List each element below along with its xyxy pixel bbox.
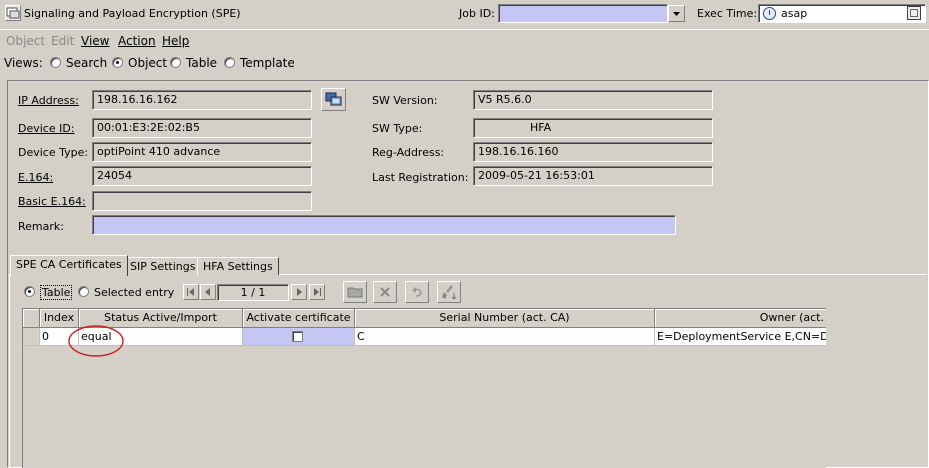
menu-bar: Object Edit View Action Help [0,29,929,51]
reg-address-label: Reg-Address: [372,146,445,159]
undo-button[interactable] [405,281,429,303]
view-option-object[interactable]: Object [112,56,167,70]
exec-time-label: Exec Time: [697,7,758,20]
cell-activate[interactable] [243,328,355,346]
e164-field[interactable]: 24054 [92,166,312,186]
tab-spe-ca-certificates[interactable]: SPE CA Certificates [10,255,128,276]
annotation-circle [68,325,124,357]
import-button[interactable] [343,281,367,303]
job-id-dropdown[interactable] [498,4,668,23]
last-registration-label: Last Registration: [372,171,469,184]
activate-checkbox[interactable] [292,331,303,342]
first-page-button[interactable] [183,284,199,300]
page-indicator: 1 / 1 [217,284,289,301]
row-header[interactable] [23,328,40,346]
radio-icon [224,57,235,68]
job-id-dropdown-arrow[interactable] [668,5,685,22]
basic-e164-label: Basic E.164: [18,195,86,208]
chevron-down-icon [673,12,680,16]
basic-e164-field[interactable] [92,191,312,211]
cell-serial[interactable]: C [355,328,655,346]
clean-button[interactable] [437,281,461,303]
sw-version-label: SW Version: [372,94,438,107]
exec-time-value: asap [781,7,808,20]
menu-edit[interactable]: Edit [51,34,74,48]
sw-version-field[interactable]: V5 R5.6.0 [473,90,713,110]
last-page-button[interactable] [309,284,325,300]
menu-view[interactable]: View [81,34,109,48]
certificate-table: Index Status Active/Import Activate cert… [22,308,826,468]
menu-object[interactable]: Object [6,34,45,48]
remark-label: Remark: [18,220,64,233]
cell-owner[interactable]: E=DeploymentService E,CN=Dep [655,328,826,346]
calendar-icon[interactable] [907,6,921,20]
app-icon [5,5,21,21]
window-title: Signaling and Payload Encryption (SPE) [24,7,241,20]
view-option-table[interactable]: Table [170,56,217,70]
prev-page-icon [205,288,210,296]
row-header-corner [23,309,40,328]
column-header-serial[interactable]: Serial Number (act. CA) [355,309,655,328]
ip-address-label: IP Address: [18,94,79,107]
prev-page-button[interactable] [200,284,216,300]
radio-icon [78,286,89,297]
tab-sip-settings[interactable]: SIP Settings [124,257,202,275]
delete-button[interactable] [373,281,397,303]
reg-address-field[interactable]: 198.16.16.160 [473,142,713,162]
first-page-icon [187,288,194,296]
network-computer-icon [325,92,342,106]
sw-type-label: SW Type: [372,122,423,135]
clock-icon [763,7,776,20]
close-icon [380,287,390,297]
device-id-label: Device ID: [18,122,75,135]
sw-type-value: HFA [530,121,552,134]
next-page-button[interactable] [291,284,307,300]
next-page-icon [297,288,302,296]
e164-label: E.164: [18,171,54,184]
folder-icon [347,287,363,298]
views-bar: Views: Search Object Table Template [0,52,929,74]
radio-icon [50,57,61,68]
last-page-icon [314,288,321,296]
sw-type-field[interactable]: HFA [473,118,713,138]
ip-address-field[interactable]: 198.16.16.162 [92,90,312,110]
title-bar: Signaling and Payload Encryption (SPE) J… [0,0,929,28]
last-registration-field[interactable]: 2009-05-21 16:53:01 [473,166,713,186]
device-type-field[interactable]: optiPoint 410 advance [92,142,312,162]
radio-selected-icon [24,286,35,297]
mode-selected-entry-option[interactable]: Selected entry [78,286,174,299]
exec-time-field[interactable]: asap [758,4,926,23]
job-id-label: Job ID: [459,7,495,20]
radio-icon [170,57,181,68]
radio-selected-icon [112,57,123,68]
view-option-search[interactable]: Search [50,56,107,70]
column-header-owner[interactable]: Owner (act. [655,309,826,328]
view-option-template[interactable]: Template [224,56,295,70]
views-label: Views: [4,56,43,70]
remark-field[interactable] [92,215,676,235]
device-id-field[interactable]: 00:01:E3:2E:02:B5 [92,118,312,138]
menu-help[interactable]: Help [162,34,189,48]
tab-hfa-settings[interactable]: HFA Settings [197,257,279,275]
column-header-activate[interactable]: Activate certificate [243,309,355,328]
menu-action[interactable]: Action [118,34,156,48]
brush-icon [442,285,457,300]
ip-connect-button[interactable] [321,88,346,111]
mode-table-option[interactable]: Table [24,285,73,300]
undo-icon [412,287,422,297]
device-type-label: Device Type: [18,146,89,159]
